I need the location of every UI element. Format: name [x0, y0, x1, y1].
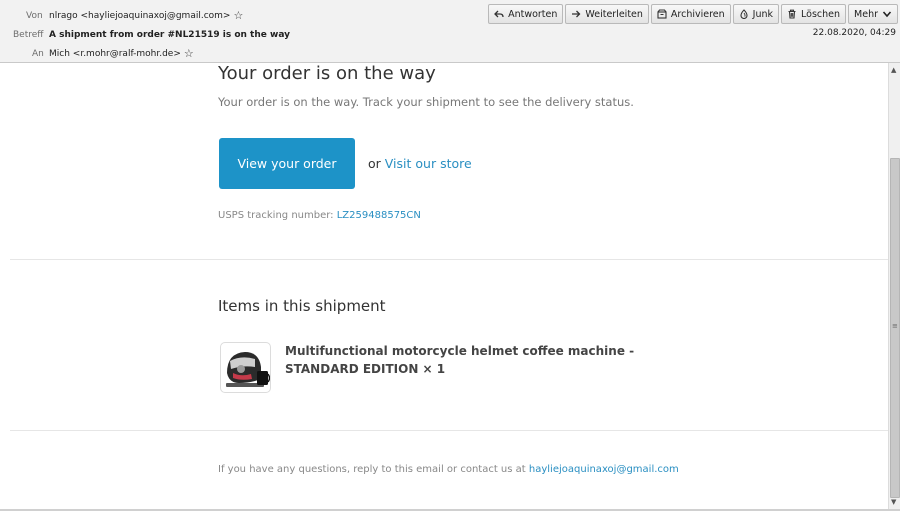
delete-button[interactable]: Löschen [781, 4, 847, 24]
star-icon[interactable]: ☆ [184, 47, 194, 61]
item-name: Multifunctional motorcycle helmet coffee… [285, 344, 635, 376]
email-subtitle: Your order is on the way. Track your shi… [218, 95, 634, 109]
forward-button[interactable]: Weiterleiten [565, 4, 649, 24]
email-title: Your order is on the way [218, 63, 436, 84]
to-value[interactable]: Mich <r.mohr@ralf-mohr.de> ☆ [49, 47, 194, 61]
or-label: or [368, 156, 381, 171]
delete-label: Löschen [801, 8, 841, 20]
archive-button[interactable]: Archivieren [650, 4, 731, 24]
section-divider [10, 430, 888, 431]
more-button[interactable]: Mehr [848, 4, 898, 24]
subject-row: Betreff A shipment from order #NL21519 i… [0, 28, 360, 42]
from-label: Von [26, 11, 43, 21]
footer-text-row: If you have any questions, reply to this… [218, 464, 679, 475]
product-thumbnail [220, 342, 271, 393]
vertical-scrollbar[interactable]: ▲ ≡ ▼ [888, 63, 900, 509]
reply-icon [494, 10, 504, 18]
archive-icon [657, 9, 667, 19]
or-text-row: or Visit our store [368, 156, 472, 171]
scrollbar-thumb[interactable]: ≡ [890, 158, 900, 498]
subject-label: Betreff [13, 30, 44, 40]
scroll-up-icon[interactable]: ▲ [891, 66, 896, 74]
view-order-button[interactable]: View your order [219, 138, 355, 189]
email-viewer: Von nlrago <hayliejoaquinaxoj@gmail.com>… [0, 0, 900, 511]
message-header: Von nlrago <hayliejoaquinaxoj@gmail.com>… [0, 0, 900, 63]
junk-label: Junk [752, 8, 774, 20]
scroll-down-icon[interactable]: ▼ [891, 498, 896, 506]
to-address[interactable]: Mich <r.mohr@ralf-mohr.de> [49, 49, 181, 59]
junk-icon [740, 9, 748, 19]
message-toolbar: Antworten Weiterleiten Archivieren Junk … [488, 4, 898, 24]
from-address[interactable]: nlrago <hayliejoaquinaxoj@gmail.com> [49, 11, 230, 21]
product-image [226, 352, 270, 387]
reply-label: Antworten [508, 8, 558, 20]
from-value[interactable]: nlrago <hayliejoaquinaxoj@gmail.com> ☆ [49, 9, 243, 23]
visit-store-link[interactable]: Visit our store [385, 156, 472, 171]
footer-text: If you have any questions, reply to this… [218, 464, 526, 475]
message-date: 22.08.2020, 04:29 [812, 28, 896, 38]
tracking-info: USPS tracking number: LZ259488575CN [218, 210, 421, 221]
trash-icon [788, 9, 796, 19]
tracking-number-link[interactable]: LZ259488575CN [337, 210, 421, 221]
junk-button[interactable]: Junk [732, 4, 780, 24]
contact-email-link[interactable]: hayliejoaquinaxoj@gmail.com [529, 464, 679, 475]
from-row: Von nlrago <hayliejoaquinaxoj@gmail.com>… [0, 9, 360, 23]
forward-icon [572, 10, 581, 18]
forward-label: Weiterleiten [585, 8, 643, 20]
more-label: Mehr [854, 8, 878, 20]
tracking-label: USPS tracking number: [218, 210, 334, 221]
star-icon[interactable]: ☆ [233, 9, 243, 23]
chevron-down-icon [882, 11, 892, 18]
items-title: Items in this shipment [218, 297, 386, 315]
section-divider [10, 259, 888, 260]
archive-label: Archivieren [670, 8, 725, 20]
scrollbar-grip-icon: ≡ [892, 322, 898, 330]
to-label: An [32, 49, 44, 59]
message-body: Your order is on the way Your order is o… [0, 63, 888, 509]
to-row: An Mich <r.mohr@ralf-mohr.de> ☆ [0, 47, 360, 61]
reply-button[interactable]: Antworten [488, 4, 564, 24]
subject-value: A shipment from order #NL21519 is on the… [49, 30, 290, 40]
